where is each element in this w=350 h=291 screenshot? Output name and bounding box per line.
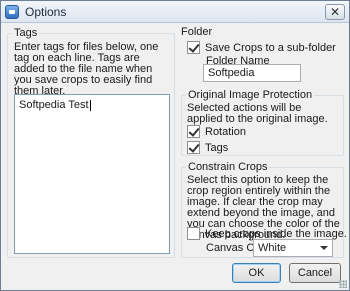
constrain-crops-title: Constrain Crops xyxy=(186,161,270,173)
original-protection-title: Original Image Protection xyxy=(186,89,315,101)
keep-inside-checkbox[interactable] xyxy=(187,227,200,240)
tags-description: Enter tags for files below, one tag on e… xyxy=(14,41,159,97)
cancel-button[interactable]: Cancel xyxy=(289,263,341,283)
protect-tags-label: Tags xyxy=(205,141,229,154)
canvas-color-select[interactable]: White xyxy=(253,239,333,257)
folder-group-title: Folder xyxy=(181,26,213,38)
app-icon xyxy=(5,5,19,19)
text-caret xyxy=(89,99,91,111)
rotation-checkbox[interactable] xyxy=(187,125,200,138)
tags-group-title: Tags xyxy=(12,27,40,39)
save-subfolder-checkbox[interactable] xyxy=(187,41,200,54)
rotation-label: Rotation xyxy=(205,125,246,138)
folder-name-input[interactable]: Softpedia xyxy=(203,64,301,82)
ok-button[interactable]: OK xyxy=(232,263,281,283)
protect-tags-checkbox[interactable] xyxy=(187,141,200,154)
canvas-color-value: White xyxy=(258,242,287,254)
protect-tags-checkbox-row[interactable]: Tags xyxy=(187,141,228,154)
title-bar[interactable]: Options ✕ xyxy=(1,1,349,23)
resize-grip[interactable] xyxy=(339,280,347,288)
rotation-checkbox-row[interactable]: Rotation xyxy=(187,125,246,138)
options-dialog: Options ✕ Tags Enter tags for files belo… xyxy=(0,0,350,291)
tags-textarea[interactable]: Softpedia Test xyxy=(14,94,170,254)
tags-textarea-value: Softpedia Test xyxy=(19,99,89,111)
save-subfolder-label: Save Crops to a sub-folder xyxy=(205,41,336,54)
original-protection-description: Selected actions will be applied to the … xyxy=(187,102,328,125)
chevron-down-icon xyxy=(320,246,328,250)
window-title: Options xyxy=(25,5,67,19)
keep-inside-label: Keep crops inside the image. xyxy=(205,227,347,240)
tags-group: Tags Enter tags for files below, one tag… xyxy=(7,27,175,258)
save-subfolder-checkbox-row[interactable]: Save Crops to a sub-folder xyxy=(187,41,336,54)
close-button[interactable]: ✕ xyxy=(325,4,345,20)
